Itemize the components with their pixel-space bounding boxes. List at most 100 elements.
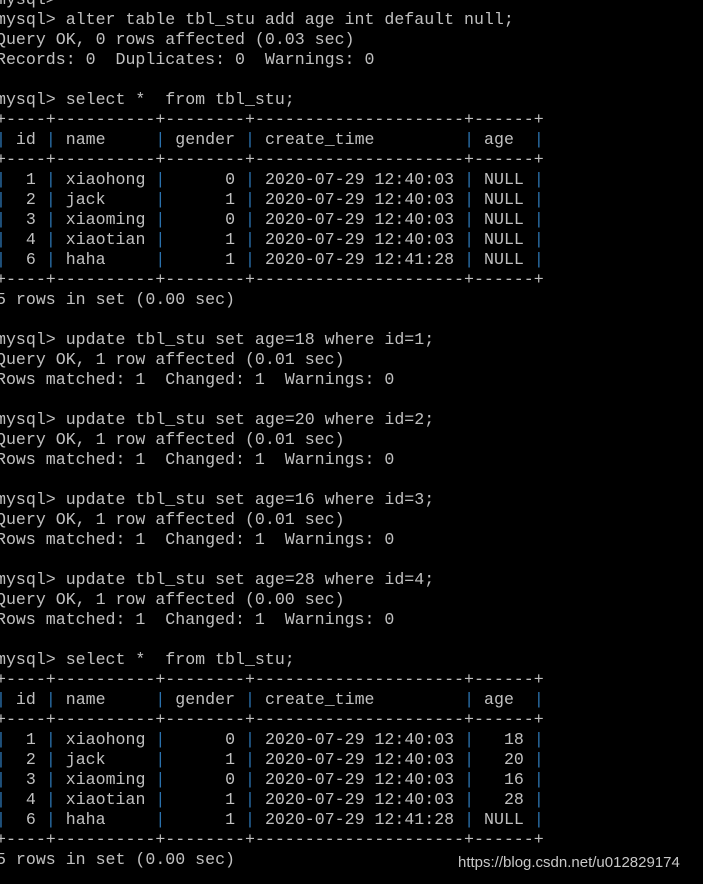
table-column-separator: |: [155, 250, 166, 269]
table-column-separator: |: [533, 730, 544, 749]
table-row: | 6 | haha | 1 | 2020-07-29 12:41:28 | N…: [0, 250, 544, 270]
table-column-separator: |: [245, 190, 255, 209]
table-column-separator: |: [464, 690, 475, 709]
table-column-separator: |: [464, 810, 475, 829]
table-column-separator: |: [0, 210, 6, 229]
terminal-line: Query OK, 1 row affected (0.00 sec): [0, 590, 345, 609]
table-column-separator: |: [533, 190, 544, 209]
table-row: | 2 | jack | 1 | 2020-07-29 12:40:03 | N…: [0, 190, 544, 210]
table-column-separator: |: [45, 210, 56, 229]
table-border: +----+----------+--------+--------------…: [0, 710, 544, 729]
table-column-separator: |: [533, 810, 544, 829]
table-column-separator: |: [245, 750, 255, 769]
table-border: +----+----------+--------+--------------…: [0, 270, 544, 289]
table-border: +----+----------+--------+--------------…: [0, 830, 544, 849]
table-column-separator: |: [0, 770, 6, 789]
table-column-separator: |: [155, 750, 166, 769]
table-column-separator: |: [533, 130, 544, 149]
table-column-separator: |: [533, 210, 544, 229]
table-column-separator: |: [45, 810, 56, 829]
table-column-separator: |: [45, 690, 56, 709]
terminal-line: Query OK, 1 row affected (0.01 sec): [0, 510, 345, 529]
table-column-separator: |: [464, 170, 475, 189]
table-column-separator: |: [245, 770, 255, 789]
table-column-separator: |: [245, 230, 255, 249]
table-column-separator: |: [245, 790, 255, 809]
table-column-separator: |: [0, 250, 6, 269]
table-row: | 1 | xiaohong | 0 | 2020-07-29 12:40:03…: [0, 730, 544, 750]
table-column-separator: |: [245, 170, 255, 189]
table-column-separator: |: [45, 250, 56, 269]
terminal-line: 5 rows in set (0.00 sec): [0, 290, 235, 309]
terminal-line: mysql>: [0, 0, 544, 10]
table-column-separator: |: [464, 190, 475, 209]
table-row: | id | name | gender | create_time | age…: [0, 690, 544, 710]
terminal-output[interactable]: mysql>mysql> alter table tbl_stu add age…: [0, 0, 544, 870]
table-column-separator: |: [464, 750, 475, 769]
table-column-separator: |: [0, 190, 6, 209]
table-column-separator: |: [45, 190, 56, 209]
table-column-separator: |: [155, 190, 166, 209]
table-column-separator: |: [45, 770, 56, 789]
table-column-separator: |: [464, 230, 475, 249]
table-column-separator: |: [533, 250, 544, 269]
table-column-separator: |: [45, 170, 56, 189]
table-border: +----+----------+--------+--------------…: [0, 110, 544, 129]
table-border: +----+----------+--------+--------------…: [0, 150, 544, 169]
table-column-separator: |: [0, 790, 6, 809]
terminal-line: Query OK, 1 row affected (0.01 sec): [0, 430, 345, 449]
table-row: | 4 | xiaotian | 1 | 2020-07-29 12:40:03…: [0, 790, 544, 810]
table-column-separator: |: [155, 130, 166, 149]
table-border: +----+----------+--------+--------------…: [0, 670, 544, 689]
table-column-separator: |: [0, 170, 6, 189]
table-column-separator: |: [0, 230, 6, 249]
table-column-separator: |: [533, 230, 544, 249]
table-column-separator: |: [155, 770, 166, 789]
table-column-separator: |: [155, 230, 166, 249]
table-row: | 6 | haha | 1 | 2020-07-29 12:41:28 | N…: [0, 810, 544, 830]
table-row: | 3 | xiaoming | 0 | 2020-07-29 12:40:03…: [0, 210, 544, 230]
table-column-separator: |: [155, 690, 166, 709]
table-column-separator: |: [245, 130, 255, 149]
terminal-line: mysql> update tbl_stu set age=18 where i…: [0, 330, 435, 349]
table-column-separator: |: [45, 750, 56, 769]
table-column-separator: |: [155, 210, 166, 229]
table-column-separator: |: [464, 130, 475, 149]
table-column-separator: |: [245, 730, 255, 749]
table-column-separator: |: [464, 790, 475, 809]
terminal-line: Rows matched: 1 Changed: 1 Warnings: 0: [0, 610, 395, 629]
table-column-separator: |: [245, 810, 255, 829]
table-row: | 4 | xiaotian | 1 | 2020-07-29 12:40:03…: [0, 230, 544, 250]
table-column-separator: |: [533, 790, 544, 809]
table-column-separator: |: [45, 230, 56, 249]
table-column-separator: |: [245, 210, 255, 229]
table-column-separator: |: [533, 690, 544, 709]
terminal-line: mysql> select * from tbl_stu;: [0, 650, 295, 669]
table-column-separator: |: [155, 170, 166, 189]
table-column-separator: |: [155, 790, 166, 809]
table-column-separator: |: [155, 810, 166, 829]
terminal-line: mysql> alter table tbl_stu add age int d…: [0, 10, 514, 29]
table-row: | 1 | xiaohong | 0 | 2020-07-29 12:40:03…: [0, 170, 544, 190]
terminal-line: Query OK, 0 rows affected (0.03 sec): [0, 30, 355, 49]
terminal-line: Query OK, 1 row affected (0.01 sec): [0, 350, 345, 369]
table-column-separator: |: [0, 730, 6, 749]
table-column-separator: |: [0, 750, 6, 769]
table-column-separator: |: [245, 690, 255, 709]
table-column-separator: |: [245, 250, 255, 269]
table-column-separator: |: [155, 730, 166, 749]
table-column-separator: |: [0, 130, 6, 149]
table-column-separator: |: [45, 130, 56, 149]
table-row: | 3 | xiaoming | 0 | 2020-07-29 12:40:03…: [0, 770, 544, 790]
terminal-line: Rows matched: 1 Changed: 1 Warnings: 0: [0, 370, 395, 389]
terminal-line: mysql> update tbl_stu set age=28 where i…: [0, 570, 435, 589]
table-column-separator: |: [533, 770, 544, 789]
terminal-line: mysql> update tbl_stu set age=16 where i…: [0, 490, 435, 509]
table-column-separator: |: [45, 790, 56, 809]
